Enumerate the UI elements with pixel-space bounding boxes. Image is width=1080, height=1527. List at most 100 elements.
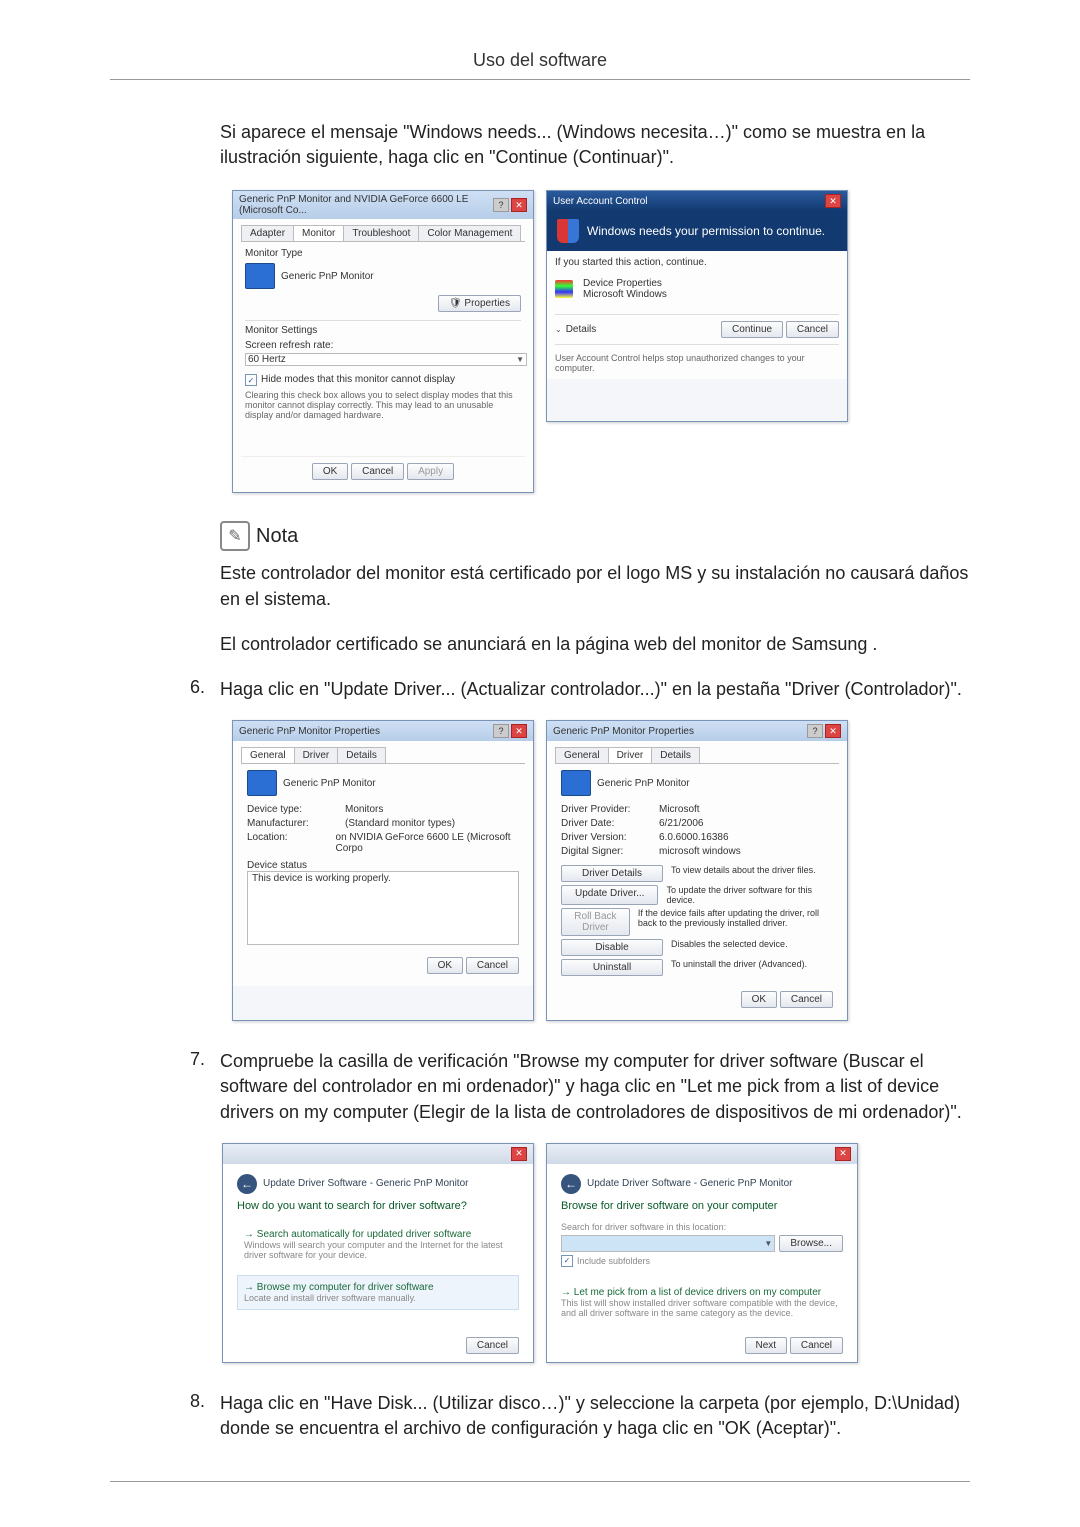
close-icon[interactable]: ✕ <box>835 1147 851 1161</box>
wizard-heading: How do you want to search for driver sof… <box>237 1200 519 1212</box>
hide-modes-checkbox[interactable]: ✓ <box>245 374 257 386</box>
device-icon <box>555 280 573 298</box>
uninstall-button[interactable]: Uninstall <box>561 959 663 976</box>
close-icon[interactable]: ✕ <box>511 724 527 738</box>
option-label: Search automatically for updated driver … <box>257 1229 472 1240</box>
chevron-down-icon: ▼ <box>764 1239 772 1248</box>
tab-general[interactable]: General <box>241 747 295 763</box>
uac-dialog: User Account Control ✕ Windows needs you… <box>546 190 848 422</box>
ok-button[interactable]: OK <box>312 463 348 480</box>
monitor-icon <box>247 770 277 796</box>
rollback-desc: If the device fails after updating the d… <box>638 908 833 936</box>
refresh-rate-select[interactable]: 60 Hertz ▼ <box>245 353 527 366</box>
next-button[interactable]: Next <box>745 1337 788 1354</box>
header-rule <box>110 79 970 80</box>
cancel-button[interactable]: Cancel <box>780 991 833 1008</box>
uninstall-desc: To uninstall the driver (Advanced). <box>671 959 807 976</box>
monitor-properties-dialog: Generic PnP Monitor and NVIDIA GeForce 6… <box>232 190 534 493</box>
driver-details-desc: To view details about the driver files. <box>671 865 816 882</box>
apply-button: Apply <box>407 463 454 480</box>
ok-button[interactable]: OK <box>741 991 777 1008</box>
location-combo[interactable]: ▼ <box>561 1235 775 1252</box>
step-7: 7. Compruebe la casilla de verificación … <box>190 1049 970 1125</box>
option-label: Let me pick from a list of device driver… <box>574 1287 821 1298</box>
browse-option[interactable]: → Browse my computer for driver software… <box>237 1275 519 1310</box>
window-controls: ✕ <box>835 1147 851 1161</box>
step-number: 8. <box>190 1391 220 1441</box>
browse-button[interactable]: Browse... <box>779 1235 843 1252</box>
dialog-title: User Account Control <box>553 196 648 207</box>
close-icon[interactable]: ✕ <box>825 724 841 738</box>
include-subfolders-checkbox[interactable]: ✓ <box>561 1255 573 1267</box>
device-type-value: Monitors <box>345 804 383 815</box>
device-type-label: Device type: <box>247 804 337 815</box>
shield-icon <box>557 219 579 243</box>
help-icon[interactable]: ? <box>493 198 509 212</box>
close-icon[interactable]: ✕ <box>511 1147 527 1161</box>
cancel-button[interactable]: Cancel <box>466 957 519 974</box>
window-controls: ?✕ <box>807 724 841 738</box>
device-status-box: This device is working properly. <box>247 871 519 945</box>
refresh-rate-label: Screen refresh rate: <box>245 340 521 351</box>
cancel-button[interactable]: Cancel <box>466 1337 519 1354</box>
signer-label: Digital Signer: <box>561 846 651 857</box>
update-driver-desc: To update the driver software for this d… <box>666 885 833 905</box>
back-icon[interactable]: ← <box>561 1174 581 1194</box>
note-paragraph-2: El controlador certificado se anunciará … <box>220 632 970 657</box>
help-icon[interactable]: ? <box>493 724 509 738</box>
date-value: 6/21/2006 <box>659 818 704 829</box>
device-name: Generic PnP Monitor <box>597 778 690 789</box>
close-icon[interactable]: ✕ <box>825 194 841 208</box>
details-toggle[interactable]: Details <box>566 324 597 335</box>
chevron-down-icon[interactable]: ⌄ <box>555 325 562 334</box>
tab-troubleshoot[interactable]: Troubleshoot <box>343 225 419 241</box>
tab-details[interactable]: Details <box>337 747 386 763</box>
dialog-titlebar: Generic PnP Monitor Properties ?✕ <box>547 721 847 741</box>
step-number: 7. <box>190 1049 220 1125</box>
figure-2: Generic PnP Monitor Properties ?✕ Genera… <box>110 720 970 1021</box>
monitor-name: Generic PnP Monitor <box>281 271 374 282</box>
tab-driver[interactable]: Driver <box>294 747 339 763</box>
disable-button[interactable]: Disable <box>561 939 663 956</box>
document-page: Uso del software Si aparece el mensaje "… <box>0 0 1080 1522</box>
include-subfolders-label: Include subfolders <box>577 1256 650 1266</box>
refresh-rate-value: 60 Hertz <box>248 354 286 365</box>
close-icon[interactable]: ✕ <box>511 198 527 212</box>
cancel-button[interactable]: Cancel <box>351 463 404 480</box>
cancel-button[interactable]: Cancel <box>786 321 839 338</box>
update-driver-button[interactable]: Update Driver... <box>561 885 658 905</box>
wizard-title: Update Driver Software - Generic PnP Mon… <box>587 1178 792 1189</box>
cancel-button[interactable]: Cancel <box>790 1337 843 1354</box>
tab-monitor[interactable]: Monitor <box>293 225 344 241</box>
continue-button[interactable]: Continue <box>721 321 783 338</box>
monitor-icon <box>561 770 591 796</box>
figure-1: Generic PnP Monitor and NVIDIA GeForce 6… <box>110 190 970 493</box>
version-value: 6.0.6000.16386 <box>659 832 729 843</box>
hide-modes-label: Hide modes that this monitor cannot disp… <box>261 374 455 385</box>
signer-value: microsoft windows <box>659 846 741 857</box>
back-icon[interactable]: ← <box>237 1174 257 1194</box>
window-controls: ✕ <box>825 194 841 208</box>
intro-paragraph: Si aparece el mensaje "Windows needs... … <box>220 120 970 170</box>
properties-button[interactable]: 🛡 Properties <box>438 295 521 312</box>
ok-button[interactable]: OK <box>427 957 463 974</box>
help-icon[interactable]: ? <box>807 724 823 738</box>
step-text: Haga clic en "Have Disk... (Utilizar dis… <box>220 1391 970 1441</box>
search-auto-option[interactable]: → Search automatically for updated drive… <box>237 1222 519 1267</box>
manufacturer-value: (Standard monitor types) <box>345 818 455 829</box>
update-wizard-search: ✕ ← Update Driver Software - Generic PnP… <box>222 1143 534 1363</box>
tab-strip: Adapter Monitor Troubleshoot Color Manag… <box>241 225 525 242</box>
note-icon: ✎ <box>220 521 250 551</box>
tab-color-management[interactable]: Color Management <box>418 225 521 241</box>
disable-desc: Disables the selected device. <box>671 939 788 956</box>
tab-adapter[interactable]: Adapter <box>241 225 294 241</box>
option-desc: This list will show installed driver sof… <box>561 1298 843 1318</box>
driver-details-button[interactable]: Driver Details <box>561 865 663 882</box>
device-name: Generic PnP Monitor <box>283 778 376 789</box>
device-status-label: Device status <box>247 860 519 871</box>
location-value: on NVIDIA GeForce 6600 LE (Microsoft Cor… <box>336 832 519 854</box>
tab-driver[interactable]: Driver <box>608 747 653 763</box>
pick-from-list-option[interactable]: → Let me pick from a list of device driv… <box>561 1281 843 1324</box>
tab-general[interactable]: General <box>555 747 609 763</box>
tab-details[interactable]: Details <box>651 747 700 763</box>
